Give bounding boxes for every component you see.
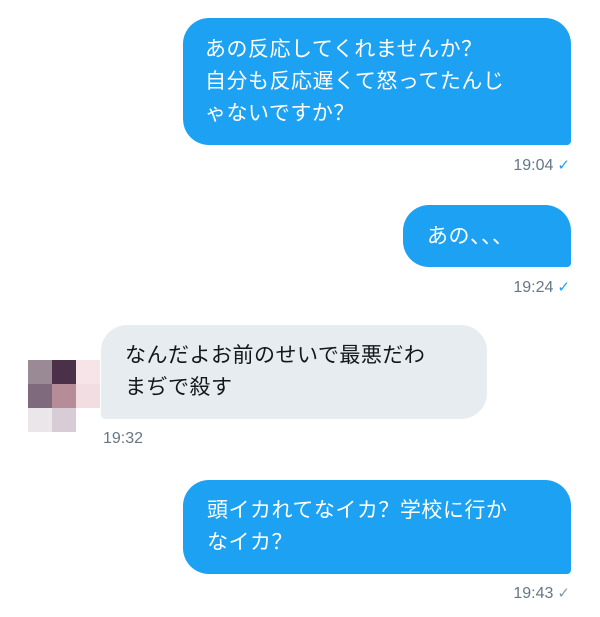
- avatar-pixel: [28, 360, 52, 384]
- outgoing-message-bubble[interactable]: 頭イカれてなイカ？学校に行か なイカ？: [183, 480, 571, 574]
- timestamp-text: 19:32: [103, 430, 144, 447]
- avatar-pixel: [28, 408, 52, 432]
- message-text-line: 自分も反応遅くて怒ってたんじ: [205, 69, 505, 93]
- avatar[interactable]: [28, 360, 100, 432]
- avatar-pixel: [76, 360, 100, 384]
- timestamp-text: 19:24: [513, 279, 554, 296]
- message-text-line: なイカ？: [207, 530, 293, 554]
- avatar-pixel: [52, 360, 76, 384]
- avatar-pixel: [76, 408, 100, 432]
- conversation-view: あの反応してくれませんか？ 自分も反応遅くて怒ってたんじ ゃないですか？ 19:…: [0, 0, 600, 617]
- message-timestamp: 19:43 ✓: [513, 584, 570, 603]
- avatar-pixel: [76, 384, 100, 408]
- read-check-icon: ✓: [557, 279, 570, 296]
- message-text-line: 頭イカれてなイカ？学校に行か: [207, 498, 508, 522]
- timestamp-text: 19:04: [513, 157, 554, 174]
- avatar-pixel: [28, 384, 52, 408]
- message-text-line: あの、、、: [427, 224, 514, 248]
- sent-check-icon: ✓: [557, 585, 570, 602]
- message-timestamp: 19:32: [103, 430, 143, 448]
- read-check-icon: ✓: [557, 157, 570, 174]
- message-text-line: ゃないですか？: [205, 101, 355, 125]
- timestamp-text: 19:43: [513, 585, 554, 602]
- outgoing-message-bubble[interactable]: あの反応してくれませんか？ 自分も反応遅くて怒ってたんじ ゃないですか？: [183, 18, 571, 145]
- message-text-line: なんだよお前のせいで最悪だわ: [125, 343, 426, 367]
- incoming-message-bubble[interactable]: なんだよお前のせいで最悪だわ まぢで殺す: [101, 325, 487, 419]
- avatar-pixel: [52, 384, 76, 408]
- avatar-pixel: [52, 408, 76, 432]
- message-timestamp: 19:04 ✓: [513, 156, 570, 175]
- message-text-line: まぢで殺す: [125, 375, 233, 399]
- message-text-line: あの反応してくれませんか？: [205, 37, 483, 61]
- message-timestamp: 19:24 ✓: [513, 278, 570, 297]
- outgoing-message-bubble[interactable]: あの、、、: [403, 205, 571, 267]
